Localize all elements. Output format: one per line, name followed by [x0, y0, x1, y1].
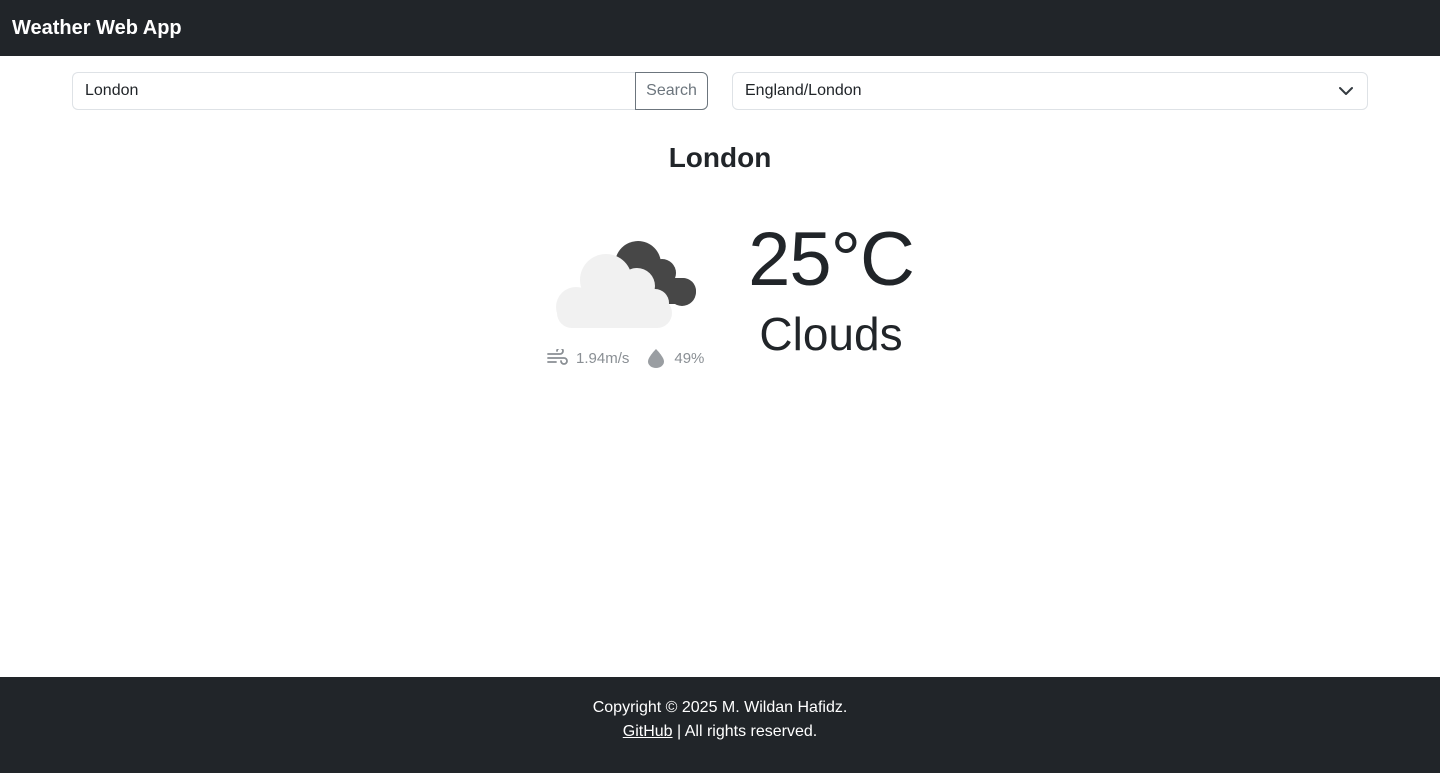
search-button[interactable]: Search — [635, 72, 708, 110]
footer-links: GitHub | All rights reserved. — [0, 720, 1440, 744]
timezone-select[interactable]: England/London — [732, 72, 1368, 110]
search-group: Search — [72, 72, 708, 110]
rights-text: | All rights reserved. — [672, 723, 818, 740]
wind-stat: 1.94m/s — [546, 349, 629, 367]
humidity-stat: 49% — [647, 348, 704, 368]
temperature: 25°C — [748, 217, 915, 302]
wind-speed: 1.94m/s — [576, 349, 630, 367]
navbar: Weather Web App — [0, 0, 1440, 56]
clouds-icon — [556, 241, 696, 328]
humidity-value: 49% — [674, 349, 705, 367]
copyright-text: Copyright © 2025 M. Wildan Hafidz. — [592, 699, 848, 716]
wind-icon — [547, 349, 568, 365]
app-brand[interactable]: Weather Web App — [12, 17, 182, 40]
droplet-icon — [648, 349, 665, 368]
weather-stats: 1.94m/s 49% — [546, 346, 704, 370]
footer: Copyright © 2025 M. Wildan Hafidz. GitHu… — [0, 677, 1440, 773]
city-search-input[interactable] — [72, 72, 635, 110]
weather-condition: Clouds — [759, 308, 903, 360]
github-link[interactable]: GitHub — [623, 723, 673, 740]
timezone-selected-value: England/London — [745, 82, 862, 99]
chevron-down-icon — [1339, 87, 1353, 95]
city-name: London — [668, 142, 772, 173]
